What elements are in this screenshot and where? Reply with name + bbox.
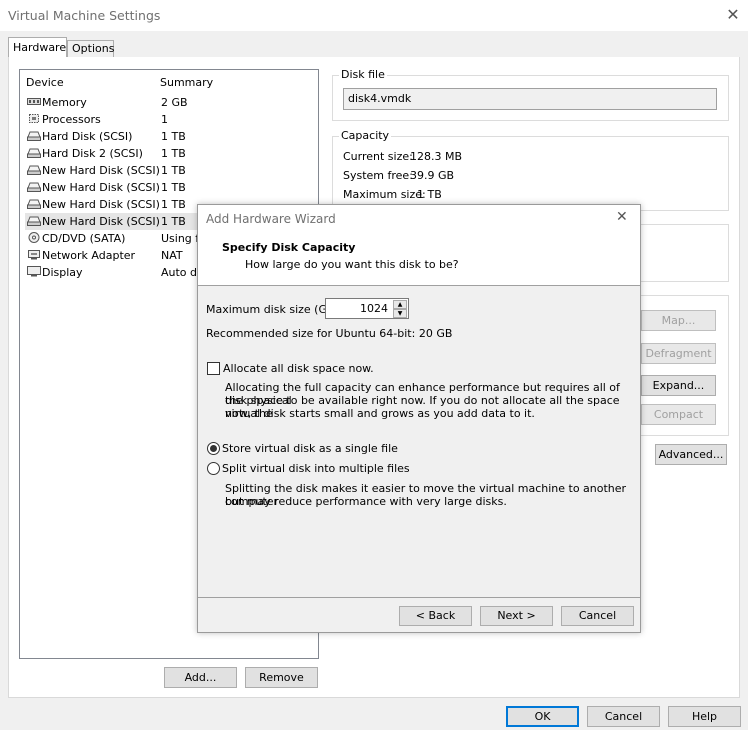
device-row-new-hard-disk-2[interactable]: New Hard Disk (SCSI) 1 TB <box>25 179 315 196</box>
disk-file-group-label: Disk file <box>339 68 387 81</box>
single-file-radio[interactable] <box>207 442 220 455</box>
tab-options[interactable]: Options <box>67 40 114 57</box>
hard-disk-icon <box>27 148 41 158</box>
device-name: Memory <box>42 96 87 109</box>
disk-file-group: Disk file disk4.vmdk <box>332 68 729 121</box>
device-summary: 1 TB <box>161 181 186 194</box>
device-summary: 1 TB <box>161 198 186 211</box>
recommended-size-text: Recommended size for Ubuntu 64-bit: 20 G… <box>206 327 453 340</box>
window-title: Virtual Machine Settings <box>8 8 161 23</box>
stepper-down-icon[interactable]: ▼ <box>393 309 407 318</box>
cd-dvd-icon <box>28 232 40 243</box>
ok-button[interactable]: OK <box>506 706 579 727</box>
device-summary: NAT <box>161 249 183 262</box>
wizard-title-bar: Add Hardware Wizard ✕ <box>198 205 640 233</box>
device-name: New Hard Disk (SCSI) <box>42 215 160 228</box>
device-name: Processors <box>42 113 101 126</box>
processor-icon <box>29 114 39 123</box>
device-row-memory[interactable]: Memory 2 GB <box>25 94 315 111</box>
compact-button[interactable]: Compact <box>641 404 716 425</box>
allocate-all-label[interactable]: Allocate all disk space now. <box>223 362 374 375</box>
close-icon[interactable]: ✕ <box>723 5 743 25</box>
advanced-button[interactable]: Advanced... <box>655 444 727 465</box>
max-disk-size-stepper[interactable]: 1024 ▲ ▼ <box>325 298 409 319</box>
device-summary: 1 TB <box>161 164 186 177</box>
capacity-group-label: Capacity <box>339 129 392 142</box>
wizard-heading: Specify Disk Capacity <box>222 241 356 254</box>
tab-hardware[interactable]: Hardware <box>8 37 67 59</box>
tab-hardware-label: Hardware <box>13 41 67 54</box>
expand-button[interactable]: Expand... <box>641 375 716 396</box>
device-name: Hard Disk (SCSI) <box>42 130 133 143</box>
single-file-label[interactable]: Store virtual disk as a single file <box>222 442 398 455</box>
remove-device-button[interactable]: Remove <box>245 667 318 688</box>
device-row-processors[interactable]: Processors 1 <box>25 111 315 128</box>
device-column-header[interactable]: Device <box>26 76 64 89</box>
hard-disk-icon <box>27 216 41 226</box>
device-row-hard-disk-2[interactable]: Hard Disk 2 (SCSI) 1 TB <box>25 145 315 162</box>
add-device-button[interactable]: Add... <box>164 667 237 688</box>
hard-disk-icon <box>27 165 41 175</box>
current-size-label: Current size: <box>343 150 413 163</box>
disk-file-field[interactable]: disk4.vmdk <box>343 88 717 110</box>
max-disk-size-value: 1024 <box>360 302 388 315</box>
device-summary: 1 TB <box>161 215 186 228</box>
multiple-files-radio[interactable] <box>207 462 220 475</box>
network-adapter-icon <box>28 250 40 260</box>
wizard-subheading: How large do you want this disk to be? <box>245 258 459 271</box>
add-hardware-wizard-dialog: Add Hardware Wizard ✕ Specify Disk Capac… <box>197 204 641 633</box>
wizard-header: Specify Disk Capacity How large do you w… <box>198 233 640 286</box>
hard-disk-icon <box>27 182 41 192</box>
wizard-title: Add Hardware Wizard <box>206 212 336 226</box>
capacity-group: Capacity Current size: 128.3 MB System f… <box>332 129 729 211</box>
wizard-close-icon[interactable]: ✕ <box>616 209 628 225</box>
display-icon <box>27 266 41 277</box>
system-free-value: 39.9 GB <box>410 169 455 182</box>
device-name: New Hard Disk (SCSI) <box>42 164 160 177</box>
summary-column-header[interactable]: Summary <box>160 76 213 89</box>
device-summary: 1 TB <box>161 147 186 160</box>
stepper-up-icon[interactable]: ▲ <box>393 300 407 309</box>
map-button[interactable]: Map... <box>641 310 716 331</box>
device-name: Network Adapter <box>42 249 136 262</box>
split-description-line-2: but may reduce performance with very lar… <box>225 495 507 508</box>
wizard-cancel-button[interactable]: Cancel <box>561 606 634 626</box>
tab-options-label: Options <box>72 42 115 55</box>
defragment-button[interactable]: Defragment <box>641 343 716 364</box>
disk-file-value: disk4.vmdk <box>348 92 412 105</box>
current-size-value: 128.3 MB <box>410 150 463 163</box>
cancel-button[interactable]: Cancel <box>587 706 660 727</box>
maximum-size-value: 1 TB <box>417 188 442 201</box>
device-name: New Hard Disk (SCSI) <box>42 181 160 194</box>
title-bar: Virtual Machine Settings ✕ <box>0 0 748 31</box>
wizard-footer-divider <box>198 597 640 598</box>
device-row-hard-disk[interactable]: Hard Disk (SCSI) 1 TB <box>25 128 315 145</box>
memory-icon <box>27 98 41 105</box>
allocate-description-line-3: virtual disk starts small and grows as y… <box>225 407 535 420</box>
device-name: Display <box>42 266 83 279</box>
device-name: Hard Disk 2 (SCSI) <box>42 147 143 160</box>
multiple-files-label[interactable]: Split virtual disk into multiple files <box>222 462 410 475</box>
allocate-all-checkbox[interactable] <box>207 362 220 375</box>
next-button[interactable]: Next > <box>480 606 553 626</box>
device-summary: 2 GB <box>161 96 188 109</box>
device-summary: 1 <box>161 113 168 126</box>
device-name: New Hard Disk (SCSI) <box>42 198 160 211</box>
system-free-label: System free: <box>343 169 413 182</box>
help-button[interactable]: Help <box>668 706 741 727</box>
max-disk-size-label: Maximum disk size (GB): <box>206 303 343 316</box>
device-name: CD/DVD (SATA) <box>42 232 126 245</box>
hard-disk-icon <box>27 199 41 209</box>
device-summary: 1 TB <box>161 130 186 143</box>
device-row-new-hard-disk-1[interactable]: New Hard Disk (SCSI) 1 TB <box>25 162 315 179</box>
maximum-size-label: Maximum size: <box>343 188 426 201</box>
back-button[interactable]: < Back <box>399 606 472 626</box>
hard-disk-icon <box>27 131 41 141</box>
